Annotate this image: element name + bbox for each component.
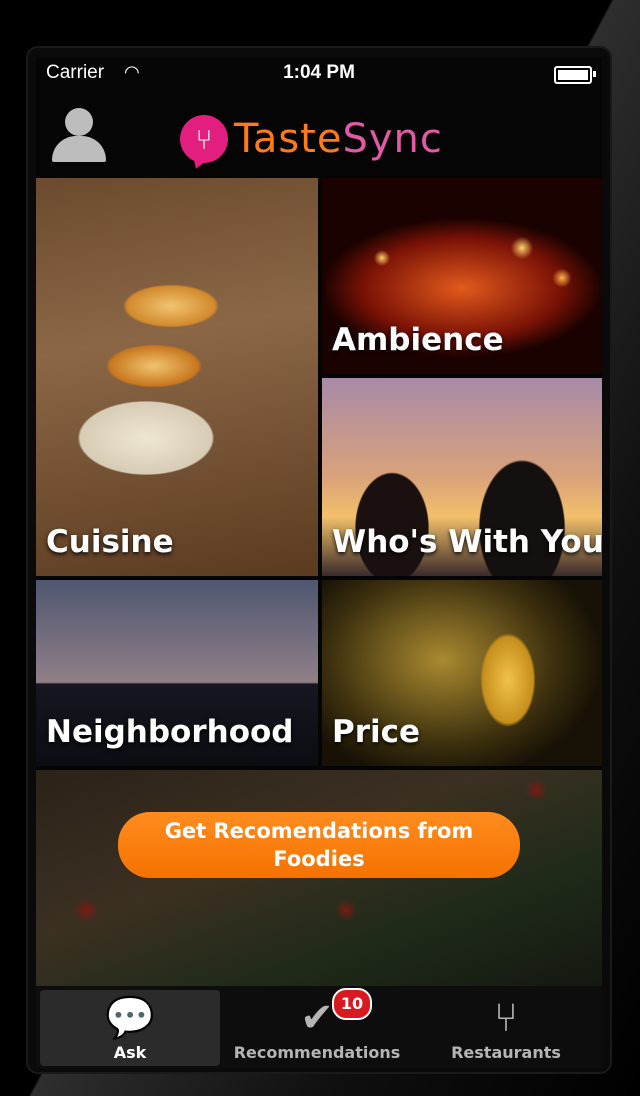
- user-icon: [65, 108, 93, 136]
- price-tile[interactable]: Price: [322, 580, 602, 766]
- tab-bar: 💬 Ask ✔ 10 Recommendations ⑂ Restaurants: [36, 986, 602, 1068]
- food-background-image: [36, 770, 602, 986]
- price-label: Price: [332, 714, 421, 750]
- logo-text-taste: Taste: [234, 116, 343, 162]
- phone-frame: Carrier ◠ 1:04 PM ⑂ TasteSync Cuisine Am…: [28, 48, 610, 1072]
- user-profile-button[interactable]: [52, 106, 106, 164]
- tastesync-logo: ⑂ TasteSync: [180, 112, 443, 166]
- get-recommendations-button[interactable]: Get Recomendations from Foodies: [118, 812, 520, 878]
- status-time: 1:04 PM: [283, 62, 355, 83]
- tab-ask[interactable]: 💬 Ask: [40, 990, 220, 1066]
- fork-bubble-icon: ⑂: [180, 115, 228, 163]
- app-screen: Carrier ◠ 1:04 PM ⑂ TasteSync Cuisine Am…: [36, 58, 602, 1068]
- neighborhood-label: Neighborhood: [46, 714, 294, 750]
- tab-restaurants[interactable]: ⑂ Restaurants: [414, 990, 598, 1066]
- tab-restaurants-label: Restaurants: [451, 1043, 561, 1062]
- whos-with-you-tile[interactable]: Who's With You: [322, 378, 602, 576]
- battery-icon: [554, 66, 596, 84]
- cuisine-label: Cuisine: [46, 524, 174, 560]
- tab-ask-label: Ask: [113, 1043, 147, 1062]
- nav-bar: ⑂ TasteSync: [36, 92, 602, 178]
- ambience-label: Ambience: [332, 322, 504, 358]
- check-bubble-icon: ✔: [300, 995, 334, 1041]
- speech-bubbles-icon: 💬: [105, 995, 155, 1041]
- neighborhood-tile[interactable]: Neighborhood: [36, 580, 318, 766]
- ambience-tile[interactable]: Ambience: [322, 178, 602, 374]
- cuisine-tile[interactable]: Cuisine: [36, 178, 318, 576]
- tab-recommendations-label: Recommendations: [233, 1043, 401, 1062]
- tab-recommendations[interactable]: ✔ 10 Recommendations: [232, 988, 402, 1066]
- status-bar: Carrier ◠ 1:04 PM: [36, 58, 602, 92]
- notification-badge: 10: [332, 988, 372, 1020]
- fork-knife-icon: ⑂: [494, 995, 518, 1041]
- logo-text-sync: Sync: [342, 116, 443, 162]
- whos-with-you-label: Who's With You: [332, 524, 602, 560]
